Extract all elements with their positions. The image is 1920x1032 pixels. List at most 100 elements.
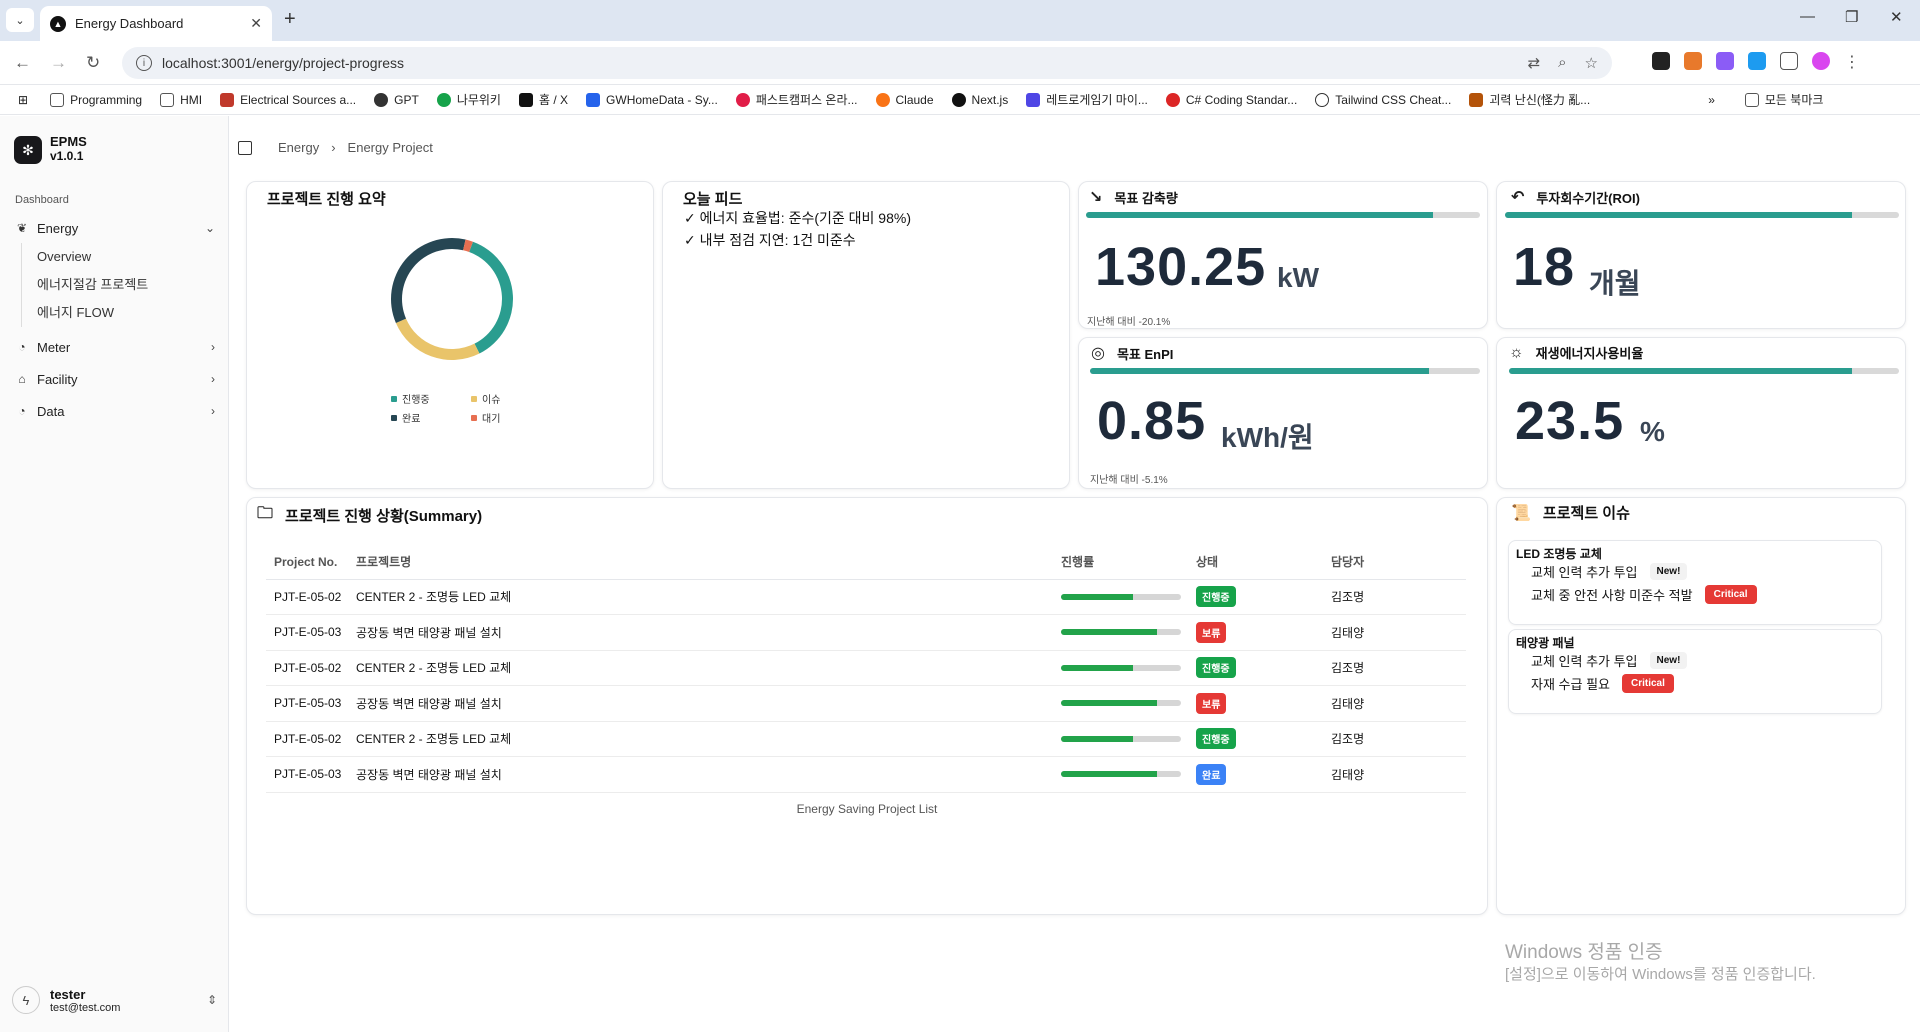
bookmark-item[interactable]: Programming (50, 92, 142, 107)
table-row[interactable]: PJT-E-05-02 CENTER 2 - 조명등 LED 교체 진행중 김조명 (266, 650, 1466, 686)
column-header: 상태 (1196, 545, 1331, 580)
minimize-icon[interactable]: — (1800, 8, 1815, 25)
kpi-sub: 지난해 대비 -5.1% (1090, 475, 1168, 486)
critical-badge: Critical (1704, 585, 1757, 604)
bookmark-item[interactable]: 레트로게임기 마이... (1026, 91, 1148, 108)
restore-icon[interactable]: ❐ (1845, 8, 1858, 26)
project-no-cell: PJT-E-05-02 (266, 650, 356, 686)
feed-item: ✓ 내부 점검 지연: 1건 미준수 (684, 232, 856, 248)
progress-bar (1061, 771, 1181, 778)
kpi-value: 130.25 (1095, 237, 1267, 297)
puzzle-icon[interactable] (1780, 52, 1798, 70)
status-cell: 보류 (1196, 614, 1331, 651)
close-tab-icon[interactable]: ✕ (250, 15, 262, 32)
tab-title: Energy Dashboard (75, 16, 184, 31)
sidebar-item-meter[interactable]: ◔ Meter › (15, 335, 215, 359)
kpi-sub: 지난해 대비 -20.1% (1087, 317, 1171, 328)
column-header: 담당자 (1331, 545, 1466, 580)
bookmark-item[interactable]: Next.js (951, 92, 1008, 107)
profile-avatar-icon[interactable] (1812, 52, 1830, 70)
windows-watermark-title: Windows 정품 인증 (1505, 942, 1663, 963)
issue-group-title: LED 조명등 교체 (1516, 547, 1602, 561)
bookmark-item[interactable]: GWHomeData - Sy... (586, 92, 718, 107)
sidebar-item-facility[interactable]: ⌂ Facility › (15, 367, 215, 391)
bookmark-item[interactable]: 홈 / X (518, 91, 568, 108)
check-icon: ✓ (684, 232, 696, 248)
bookmark-item[interactable]: 나무위키 (436, 91, 501, 108)
sidebar-toggle-icon[interactable] (238, 140, 252, 155)
bookmark-item[interactable]: Claude (875, 92, 934, 107)
legend-item: 진행중 (391, 391, 471, 406)
extension-icon[interactable] (1748, 52, 1766, 70)
url-bar[interactable]: i localhost:3001/energy/project-progress… (122, 47, 1612, 79)
tab-search-dropdown[interactable]: ⌄ (6, 8, 34, 32)
table-row[interactable]: PJT-E-05-03 공장동 벽면 태양광 패널 설치 보류 김태양 (266, 614, 1466, 651)
leaf-icon: ❦ (16, 221, 28, 235)
trending-down-icon: ↘ (1089, 189, 1103, 206)
sidebar-subitem-energy-flow[interactable]: 에너지 FLOW (22, 299, 211, 327)
table-row[interactable]: PJT-E-05-02 CENTER 2 - 조명등 LED 교체 진행중 김조명 (266, 721, 1466, 757)
more-bookmarks-icon[interactable]: » (1708, 93, 1715, 107)
all-bookmarks-folder[interactable]: 모든 북마크 (1744, 91, 1823, 108)
column-header: Project No. (266, 545, 356, 580)
bookmark-item[interactable]: Electrical Sources a... (220, 92, 356, 107)
column-header: 진행률 (1061, 545, 1196, 580)
sidebar-item-data[interactable]: ◔ Data › (15, 399, 215, 423)
issue-line: 교체 중 안전 사항 미준수 적발 Critical (1531, 585, 1757, 604)
project-summary-card: 프로젝트 진행 요약 진행중 이슈 완료 대기 (246, 181, 654, 489)
undo-icon: ↶ (1511, 189, 1525, 206)
status-badge: 진행중 (1196, 657, 1236, 679)
card-title: 📜 프로젝트 이슈 (1511, 504, 1630, 523)
issue-group[interactable]: 태양광 패널 교체 인력 추가 투입 New! 자재 수급 필요 Critical (1508, 629, 1882, 714)
menu-icon[interactable]: ⋮ (1844, 52, 1860, 71)
sidebar-item-energy[interactable]: ❦ Energy ⌄ (15, 216, 215, 240)
bookmark-item[interactable]: GPT (374, 92, 419, 107)
metamask-icon[interactable] (1684, 52, 1702, 70)
translate-icon[interactable]: ⇄ (1528, 54, 1541, 72)
table-header-row: Project No. 프로젝트명 진행률 상태 담당자 (266, 545, 1466, 580)
user-name: tester (50, 986, 86, 1002)
bookmark-star-icon[interactable]: ☆ (1585, 54, 1598, 72)
reload-icon[interactable]: ↻ (86, 53, 100, 73)
kpi-title: ↘ 목표 감축량 (1089, 189, 1178, 206)
zoom-icon[interactable]: ⌕ (1558, 54, 1566, 72)
chevron-down-icon: ⌄ (204, 221, 215, 235)
sidebar-subitem-overview[interactable]: Overview (22, 243, 211, 271)
forward-icon[interactable]: → (50, 53, 67, 73)
progress-fill (1061, 593, 1133, 600)
bookmark-item[interactable]: C# Coding Standar... (1165, 92, 1297, 107)
sidebar-subitem-saving-project[interactable]: 에너지절감 프로젝트 (22, 271, 211, 299)
kpi-unit: 개월 (1589, 268, 1641, 299)
breadcrumb-energy[interactable]: Energy (278, 140, 319, 155)
status-badge: 완료 (1196, 763, 1227, 785)
new-tab-button[interactable]: + (284, 9, 296, 29)
project-name-cell: CENTER 2 - 조명등 LED 교체 (356, 579, 1061, 615)
address-bar-row: ← → ↻ i localhost:3001/energy/project-pr… (0, 41, 1920, 85)
bookmark-item[interactable]: HMI (160, 92, 202, 107)
donut-slice-진행중 (469, 241, 513, 354)
back-icon[interactable]: ← (14, 53, 31, 73)
kpi-value: 23.5 (1515, 391, 1625, 451)
status-badge: 보류 (1196, 692, 1227, 714)
bookmark-item[interactable]: 패스트캠퍼스 온라... (735, 91, 858, 108)
site-info-icon[interactable]: i (136, 55, 152, 71)
progress-cell (1061, 685, 1196, 722)
extension-icon[interactable] (1652, 52, 1670, 70)
extension-icon[interactable] (1716, 52, 1734, 70)
issue-group[interactable]: LED 조명등 교체 교체 인력 추가 투입 New! 교체 중 안전 사항 미준… (1508, 540, 1882, 625)
target-icon: ◎ (1091, 345, 1105, 362)
close-window-icon[interactable]: ✕ (1890, 8, 1903, 26)
bookmark-item[interactable]: 괴력 난신(怪力 亂... (1469, 91, 1590, 108)
avatar: ϟ (12, 986, 40, 1014)
apps-icon[interactable]: ⊞ (18, 93, 28, 107)
breadcrumb-current: Energy Project (347, 140, 433, 155)
table-row[interactable]: PJT-E-05-03 공장동 벽면 태양광 패널 설치 보류 김태양 (266, 685, 1466, 722)
browser-tab[interactable]: ▲ Energy Dashboard ✕ (40, 6, 272, 41)
table-row[interactable]: PJT-E-05-02 CENTER 2 - 조명등 LED 교체 진행중 김조명 (266, 579, 1466, 615)
owner-cell: 김조명 (1331, 721, 1466, 757)
bookmark-item[interactable]: Tailwind CSS Cheat... (1315, 92, 1451, 107)
table-row[interactable]: PJT-E-05-03 공장동 벽면 태양광 패널 설치 완료 김태양 (266, 756, 1466, 793)
column-header: 프로젝트명 (356, 545, 1061, 580)
progress-cell (1061, 614, 1196, 651)
user-menu[interactable]: ϟ tester test@test.com ⇕ (12, 980, 217, 1020)
